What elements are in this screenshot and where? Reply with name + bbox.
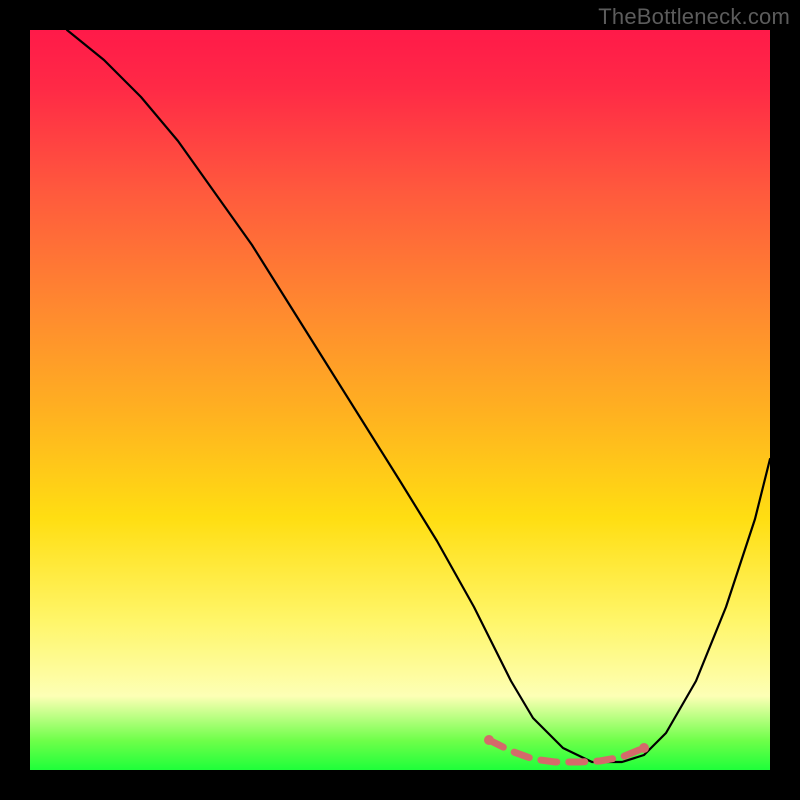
bottleneck-curve [67, 30, 770, 762]
dot-start [484, 735, 494, 745]
plot-area [30, 30, 770, 770]
watermark-text: TheBottleneck.com [598, 4, 790, 30]
optimal-zone-marker [489, 740, 644, 762]
chart-svg [30, 30, 770, 770]
dot-end [639, 743, 649, 753]
chart-frame: TheBottleneck.com [0, 0, 800, 800]
